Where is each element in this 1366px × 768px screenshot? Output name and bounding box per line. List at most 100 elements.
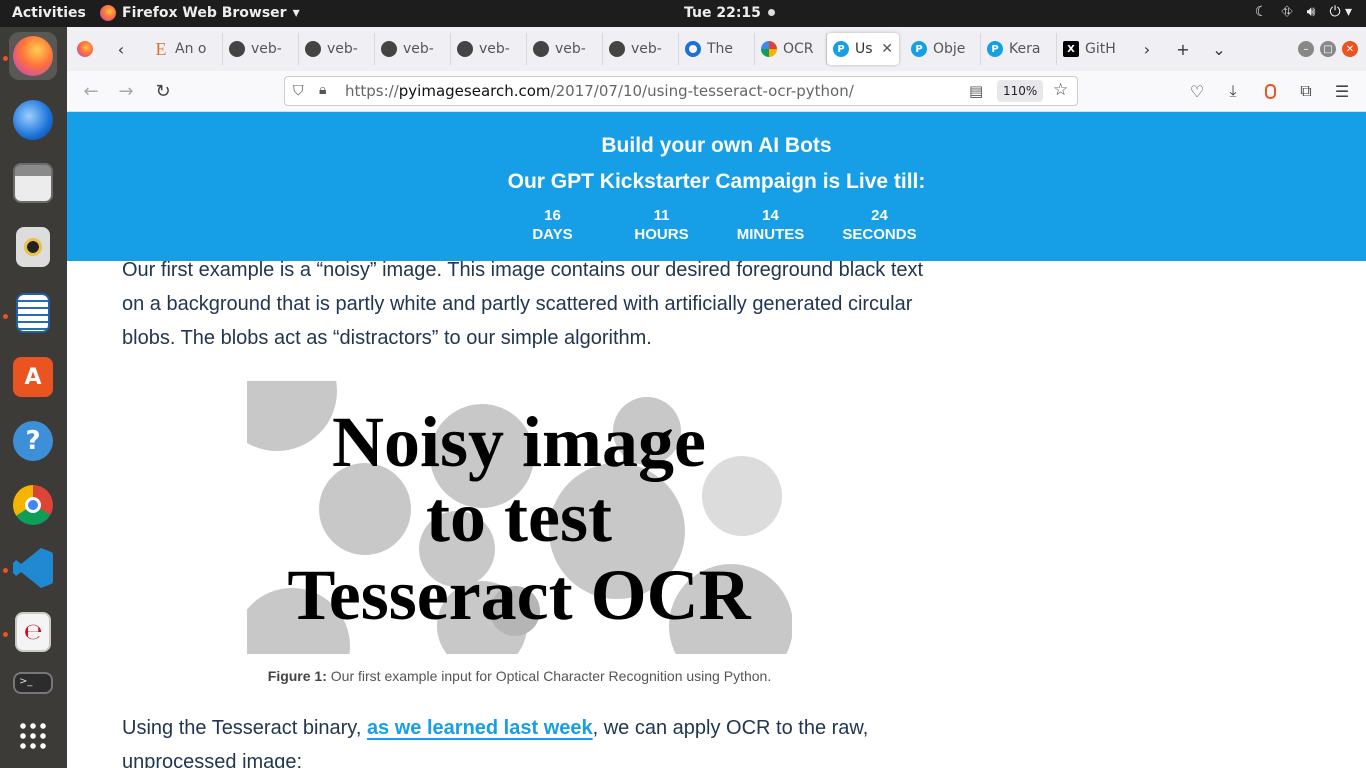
app-menu[interactable]: Firefox Web Browser ▾ [100,5,300,21]
tab-label: Us [855,41,873,57]
last-week-link[interactable]: as we learned last week [367,717,593,739]
firefox-view-button[interactable] [67,33,103,65]
pyimagesearch-icon: P [911,41,927,57]
scroll-tabs-right-button[interactable]: › [1129,33,1165,65]
tab-label: The [707,41,734,57]
countdown-unit: SECONDS [842,226,917,243]
countdown-unit: MINUTES [736,226,805,243]
tab-label: veb- [479,41,510,57]
countdown-seconds: 24 SECONDS [825,206,934,244]
close-tab-icon[interactable]: ✕ [881,41,893,57]
tab-2[interactable]: veb- [299,33,375,65]
countdown-days: 16 DAYS [498,206,607,244]
terminal-icon: >_ [13,672,53,694]
tab-7[interactable]: The [679,33,755,65]
tab-3[interactable]: veb- [375,33,451,65]
notification-dot-icon [767,9,775,16]
dock-files[interactable] [9,159,57,207]
menu-hamburger-icon[interactable]: ☰ [1330,79,1354,103]
countdown-value: 24 [871,207,888,224]
countdown-unit: DAYS [532,226,573,243]
tab-label: veb- [327,41,358,57]
forward-button[interactable]: → [114,79,138,103]
bookmark-star-icon[interactable]: ☆ [1053,80,1068,100]
tab-1[interactable]: veb- [223,33,299,65]
promo-banner[interactable]: Build your own AI Bots Our GPT Kickstart… [67,112,1366,261]
tab-5[interactable]: veb- [527,33,603,65]
lock-icon[interactable]: 🔒︎ [319,82,326,98]
extension-icon[interactable] [1258,79,1282,103]
reload-button[interactable]: ↻ [151,79,175,103]
countdown-value: 11 [653,207,670,224]
zoom-level-button[interactable]: 110% [997,80,1044,102]
running-indicator [3,632,8,637]
figure-caption: Figure 1: Our first example input for Op… [247,668,792,684]
power-icon: ⏻ ▾ [1329,4,1352,20]
tab-8[interactable]: OCR [755,33,827,65]
circle-icon [685,41,701,57]
tab-strip: E An o veb- veb- veb- veb- veb- veb- The … [147,33,1129,65]
chrome-icon [13,485,53,525]
tab-10[interactable]: P Obje [905,33,981,65]
dock-thunderbird[interactable] [9,96,57,144]
list-all-tabs-button[interactable]: ⌄ [1201,33,1237,65]
activities-button[interactable]: Activities [12,5,86,21]
extensions-puzzle-icon[interactable]: ⧉ [1294,79,1318,103]
tab-6[interactable]: veb- [603,33,679,65]
vscode-icon [13,548,53,588]
running-indicator [3,314,8,319]
running-indicator [3,568,8,573]
tab-4[interactable]: veb- [451,33,527,65]
url-host: pyimagesearch.com [398,82,551,100]
close-window-icon[interactable]: ✕ [1342,41,1358,57]
dock-rhythmbox[interactable] [9,223,57,271]
maximize-icon[interactable]: □ [1320,41,1336,57]
new-tab-button[interactable]: + [1165,33,1201,65]
google-icon [761,41,777,57]
pocket-icon[interactable]: ♡ [1185,79,1209,103]
scroll-tabs-left-button[interactable]: ‹ [103,33,139,65]
minimize-icon[interactable]: – [1298,41,1314,57]
tab-9-selected[interactable]: P Us ✕ [827,33,899,65]
clock[interactable]: Tue 22:15 [684,5,775,21]
github-icon [229,41,245,57]
noisy-image-illustration: Noisy image to test Tesseract OCR [247,381,792,654]
dock-chrome[interactable] [9,481,57,529]
url-text[interactable]: https://pyimagesearch.com/2017/07/10/usi… [345,82,854,100]
tab-12[interactable]: X GitH [1057,33,1129,65]
caption-label: Figure 1: [267,668,327,684]
countdown-timer: 16 DAYS 11 HOURS 14 MINUTES 24 SECONDS [498,206,934,244]
shopping-bag-icon: A [13,357,53,397]
tracking-protection-shield-icon[interactable]: ⛉ [293,83,304,99]
chevron-down-icon: ⌄ [1212,39,1226,59]
url-scheme: https:// [345,82,399,100]
navigation-toolbar: ← → ↻ ⛉ 🔒︎ https://pyimagesearch.com/201… [67,71,1366,112]
figure-text-line: Noisy image [332,402,706,482]
dock-writer[interactable] [9,289,57,337]
web-content: Build your own AI Bots Our GPT Kickstart… [67,112,1366,768]
countdown-minutes: 14 MINUTES [716,206,825,244]
back-button[interactable]: ← [79,79,103,103]
dock-vscode[interactable] [9,544,57,592]
tab-11[interactable]: P Kera [981,33,1057,65]
dock-help[interactable]: ? [9,417,57,465]
dock-app-center[interactable]: A [9,353,57,401]
running-indicator [3,56,8,61]
tab-0[interactable]: E An o [147,33,223,65]
system-tray[interactable]: ☾ ⛗ 🔊︎ ⏻ ▾ [1255,4,1352,20]
dock-text-editor[interactable]: ℮ [9,608,57,656]
figure-noisy-image: Noisy image to test Tesseract OCR [247,381,792,654]
address-bar[interactable]: ⛉ 🔒︎ https://pyimagesearch.com/2017/07/1… [284,76,1078,106]
countdown-hours: 11 HOURS [607,206,716,244]
x-icon: X [1063,41,1079,57]
show-apps-button[interactable] [9,712,57,760]
reader-view-icon[interactable]: ▤ [969,82,983,100]
pyimagesearch-icon: P [987,41,1003,57]
downloads-icon[interactable]: ⤓ [1221,79,1245,103]
dock-terminal[interactable]: >_ [9,672,57,702]
github-icon [305,41,321,57]
network-icon: ⛗ [1281,4,1293,20]
tab-label: veb- [631,41,662,57]
dock-firefox[interactable] [9,32,57,80]
countdown-value: 14 [762,207,779,224]
